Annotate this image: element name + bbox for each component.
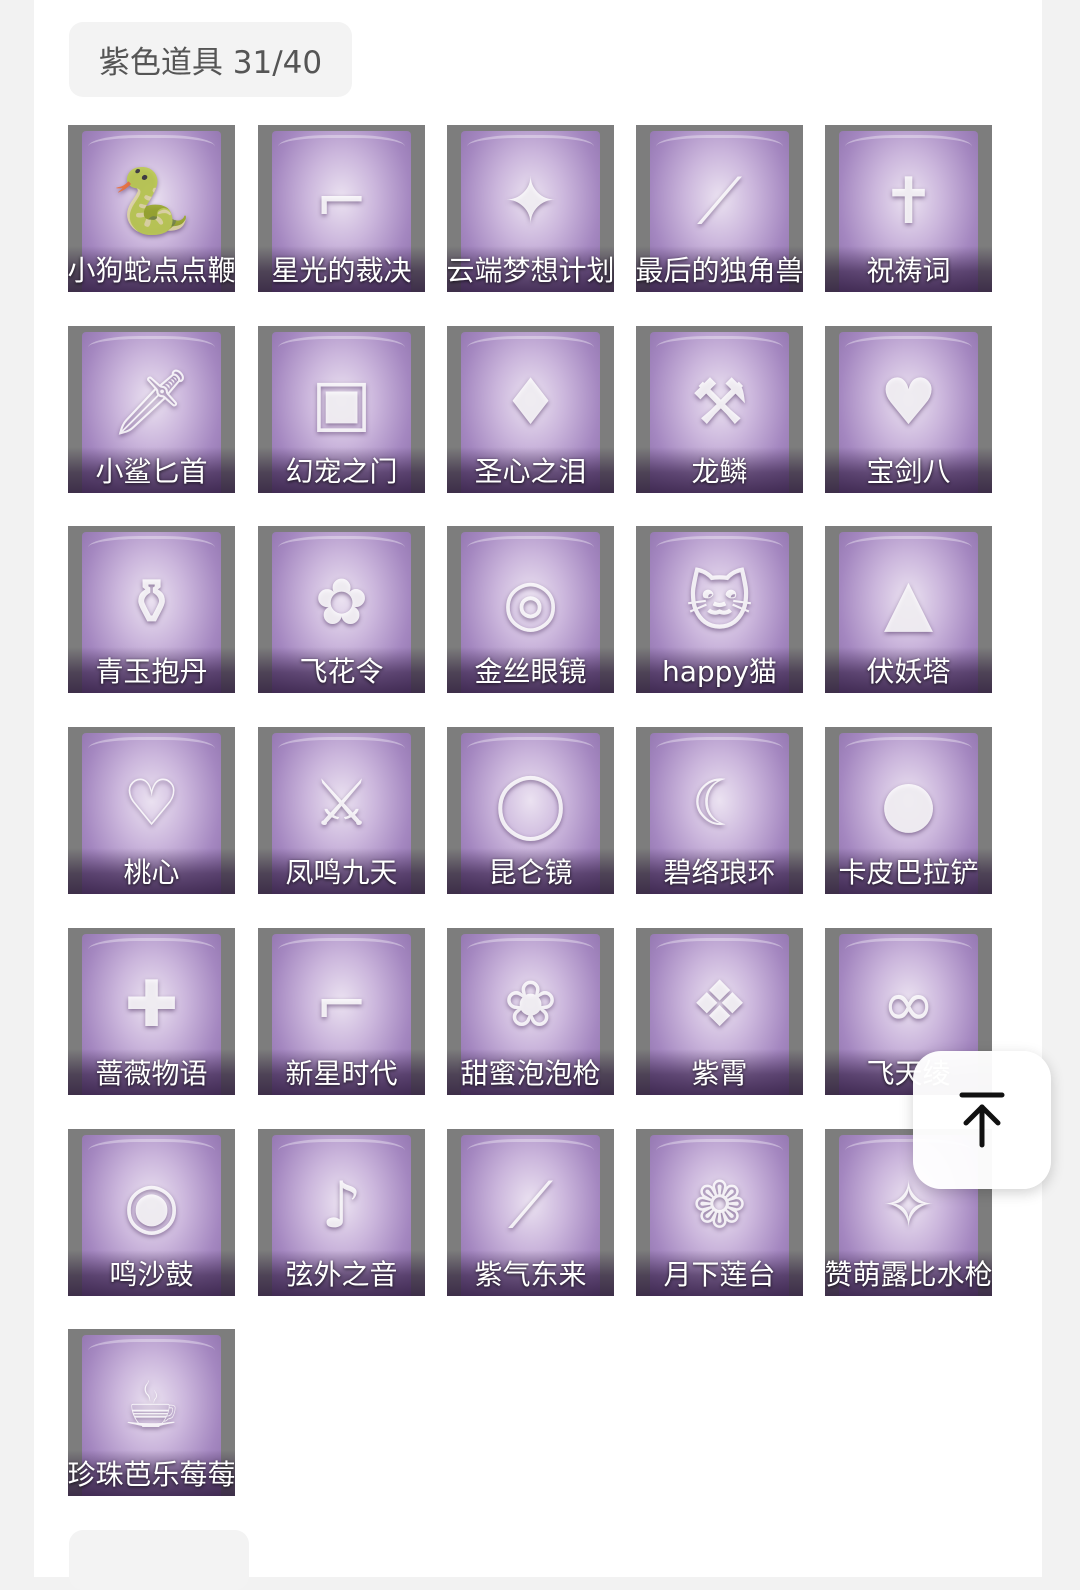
item-card[interactable]: 🐍 小狗蛇点点鞭 [68, 125, 235, 292]
item-grid: 🐍 小狗蛇点点鞭 ⌐ 星光的裁决 ✦ 云端梦想计划 ⟋ 最后的独角兽 ✝ 祝祷词 🗡 小鲨匕首 ▣ 幻宠之… [0, 0, 1080, 1577]
ribbon-icon: ∞ [881, 967, 936, 1042]
item-card[interactable]: ♪ 弦外之音 [258, 1129, 425, 1296]
heart-wand-icon: ♡ [122, 766, 181, 841]
item-name: 小狗蛇点点鞭 [68, 246, 235, 292]
item-card[interactable]: ▣ 幻宠之门 [258, 326, 425, 493]
item-card[interactable]: ◉ 鸣沙鼓 [68, 1129, 235, 1296]
vase-icon: ⚱ [124, 565, 179, 640]
item-card[interactable]: ⟋ 最后的独角兽 [636, 125, 803, 292]
sabre-icon: ⟋ [508, 1168, 553, 1243]
capybara-icon: ● [880, 766, 937, 841]
item-name: 祝祷词 [825, 246, 992, 292]
item-name: 青玉抱丹 [68, 647, 235, 693]
horn-blade-icon: ⟋ [697, 164, 742, 239]
item-name: 龙鳞 [636, 447, 803, 493]
item-name: 赞萌露比水枪 [825, 1250, 992, 1296]
mirror-icon: ◯ [494, 766, 567, 841]
pagoda-icon: ▲ [883, 565, 934, 640]
item-name: 圣心之泪 [447, 447, 614, 493]
item-name: 卡皮巴拉铲 [825, 848, 992, 894]
item-name: 紫霄 [636, 1049, 803, 1095]
bubble-gun-icon: ❀ [503, 967, 558, 1042]
heart-shield-icon: ♥ [879, 365, 938, 440]
shovel-icon: ⚒ [690, 365, 749, 440]
drum-icon: ◉ [123, 1168, 180, 1243]
item-name: 甜蜜泡泡枪 [447, 1049, 614, 1095]
item-name: 紫气东来 [447, 1250, 614, 1296]
item-name: 星光的裁决 [258, 246, 425, 292]
item-card[interactable]: ● 卡皮巴拉铲 [825, 727, 992, 894]
scepter-icon: ♦ [501, 365, 560, 440]
item-card[interactable]: ✚ 蔷薇物语 [68, 928, 235, 1095]
item-card[interactable]: 🐱 happy猫 [636, 526, 803, 693]
arrow-up-to-top-icon [959, 1092, 1005, 1148]
device-icon: ▣ [311, 365, 372, 440]
item-card[interactable]: ♡ 桃心 [68, 727, 235, 894]
cat-figure-icon: 🐱 [686, 565, 753, 640]
snake-figure-icon: 🐍 [111, 164, 192, 239]
item-card[interactable]: ◎ 金丝眼镜 [447, 526, 614, 693]
item-name: 云端梦想计划 [447, 246, 614, 292]
flower-crown-icon: ✿ [314, 565, 369, 640]
item-card[interactable]: ☕ 珍珠芭乐莓莓 [68, 1329, 235, 1496]
item-card[interactable]: ▲ 伏妖塔 [825, 526, 992, 693]
item-name: happy猫 [636, 647, 803, 693]
pendant-icon: ❖ [690, 967, 749, 1042]
item-name: 凤鸣九天 [258, 848, 425, 894]
item-name: 月下莲台 [636, 1250, 803, 1296]
item-name: 飞花令 [258, 647, 425, 693]
item-card[interactable]: ✿ 飞花令 [258, 526, 425, 693]
curved-blade-icon: ☾ [690, 766, 749, 841]
item-card[interactable]: ◯ 昆仑镜 [447, 727, 614, 894]
item-name: 新星时代 [258, 1049, 425, 1095]
item-name: 珍珠芭乐莓莓 [68, 1450, 235, 1496]
item-card[interactable]: ❖ 紫霄 [636, 928, 803, 1095]
item-name: 弦外之音 [258, 1250, 425, 1296]
drink-cup-icon: ☕ [122, 1368, 181, 1443]
glasses-icon: ◎ [502, 565, 559, 640]
wand-icon: ✦ [503, 164, 558, 239]
item-card[interactable]: ♦ 圣心之泪 [447, 326, 614, 493]
item-name: 鸣沙鼓 [68, 1250, 235, 1296]
dagger-icon: 🗡 [110, 365, 193, 440]
item-card[interactable]: ❁ 月下莲台 [636, 1129, 803, 1296]
item-card[interactable]: ✦ 云端梦想计划 [447, 125, 614, 292]
item-card[interactable]: ❀ 甜蜜泡泡枪 [447, 928, 614, 1095]
item-name: 宝剑八 [825, 447, 992, 493]
item-card[interactable]: 🗡 小鲨匕首 [68, 326, 235, 493]
item-name: 碧络琅环 [636, 848, 803, 894]
item-card[interactable]: ⚒ 龙鳞 [636, 326, 803, 493]
medkit-icon: ✚ [124, 967, 179, 1042]
item-card[interactable]: ☾ 碧络琅环 [636, 727, 803, 894]
item-card[interactable]: ⌐ 新星时代 [258, 928, 425, 1095]
item-name: 金丝眼镜 [447, 647, 614, 693]
item-card[interactable]: ⚔ 凤鸣九天 [258, 727, 425, 894]
lute-icon: ♪ [321, 1168, 362, 1243]
item-card[interactable]: ⚱ 青玉抱丹 [68, 526, 235, 693]
item-card[interactable]: ⟋ 紫气东来 [447, 1129, 614, 1296]
revolver-icon: ⌐ [314, 967, 369, 1042]
cross-pendant-icon: ✝ [881, 164, 936, 239]
item-card[interactable]: ✝ 祝祷词 [825, 125, 992, 292]
gun-icon: ⌐ [314, 164, 369, 239]
back-to-top-button[interactable] [913, 1051, 1051, 1189]
item-name: 昆仑镜 [447, 848, 614, 894]
item-card[interactable]: ♥ 宝剑八 [825, 326, 992, 493]
red-sword-icon: ⚔ [312, 766, 371, 841]
next-section-tag [69, 1530, 249, 1590]
item-name: 桃心 [68, 848, 235, 894]
item-name: 蔷薇物语 [68, 1049, 235, 1095]
item-name: 伏妖塔 [825, 647, 992, 693]
item-name: 小鲨匕首 [68, 447, 235, 493]
item-name: 幻宠之门 [258, 447, 425, 493]
item-name: 最后的独角兽 [636, 246, 803, 292]
item-card[interactable]: ⌐ 星光的裁决 [258, 125, 425, 292]
lotus-icon: ❁ [692, 1168, 747, 1243]
